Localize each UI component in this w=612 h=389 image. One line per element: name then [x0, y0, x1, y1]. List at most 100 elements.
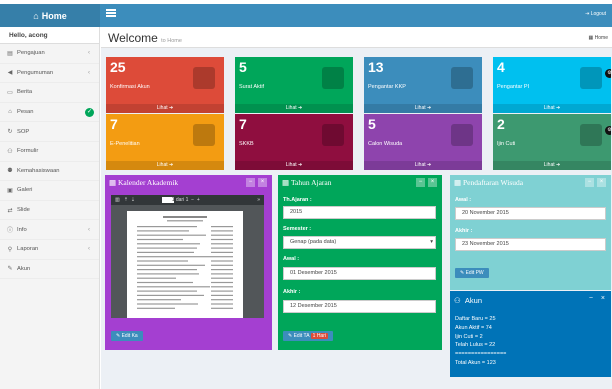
status-badge: 1 Hari — [310, 333, 328, 339]
edit-kalender-button[interactable]: ✎ Edit Ka — [111, 331, 143, 341]
calendar-icon: ▦ — [109, 178, 118, 187]
awal-field[interactable]: 01 Desember 2015 — [283, 267, 436, 280]
edit-ta-button[interactable]: ✎ Edit TA 1 Hari — [283, 331, 333, 341]
sidebar-item-slide[interactable]: ⇄ Slide — [0, 201, 99, 221]
sidebar: Hello, acong ▤ Pengajuan ‹ ◀ Pengumuman ‹ ▭ Ber… — [0, 27, 100, 389]
sidebar-item-label: Galeri — [17, 187, 33, 194]
close-button[interactable]: × — [428, 178, 437, 187]
tile-more-link[interactable]: Lihat ➜ — [493, 104, 611, 113]
sidebar-item-pengajuan[interactable]: ▤ Pengajuan ‹ — [0, 44, 99, 64]
down-icon[interactable]: ⇣ — [131, 197, 135, 203]
group-icon — [451, 124, 473, 146]
tile-more-link[interactable]: Lihat ➜ — [364, 161, 482, 170]
tile-more-link[interactable]: Lihat ➜ — [493, 161, 611, 170]
tile-count: 5 — [239, 59, 247, 75]
tile-more-link[interactable]: Lihat ➜ — [235, 161, 353, 170]
tile-more-link[interactable]: Lihat ➜ — [364, 104, 482, 113]
sidebar-item-sop[interactable]: ↻ SOP — [0, 122, 99, 142]
collapse-button[interactable]: − — [416, 178, 425, 187]
sidebar-item-pesan[interactable]: ⌂ Pesan ✓ — [0, 103, 99, 123]
sidebar-item-berita[interactable]: ▭ Berita — [0, 83, 99, 103]
tile-count: 2 — [497, 116, 505, 132]
info-icon: ⓘ — [6, 228, 13, 235]
sidebar-item-pengumuman[interactable]: ◀ Pengumuman ‹ — [0, 64, 99, 84]
stat-tile-skkb: 7 SKKB Lihat ➜ — [235, 114, 353, 170]
content-header: Welcome to Home ▦ Home — [101, 27, 612, 48]
refresh-icon: ↻ — [7, 129, 13, 136]
sidebar-item-galeri[interactable]: ▣ Galeri — [0, 181, 99, 201]
akhir-field[interactable]: 12 Desember 2015 — [283, 300, 436, 313]
edit-icon: ✎ — [7, 266, 13, 273]
printer-icon — [580, 67, 602, 89]
tile-label: SKKB — [239, 141, 254, 147]
sidebar-item-akun[interactable]: ✎ Akun — [0, 260, 99, 280]
akun-panel: ⚇ Akun − × Daftar Baru = 25 Akun Aktif = … — [450, 291, 611, 377]
image-icon: ▣ — [7, 187, 13, 194]
chevron-left-icon: ‹ — [88, 50, 90, 57]
wisuda-awal-field[interactable]: 20 November 2015 — [455, 207, 606, 220]
breadcrumb[interactable]: ▦ Home — [589, 35, 608, 41]
users-icon: ⚇ — [7, 148, 13, 155]
menu-toggle-icon[interactable] — [106, 9, 116, 17]
chevron-left-icon: ‹ — [88, 226, 90, 233]
more-icon[interactable]: » — [257, 195, 260, 205]
akun-line: Ijin Cuti = 2 — [455, 333, 483, 340]
tile-label: E-Penelitian — [110, 141, 140, 147]
book-icon: ▤ — [7, 50, 13, 57]
tile-count: 7 — [110, 116, 118, 132]
tile-more-link[interactable]: Lihat ➜ — [106, 161, 224, 170]
chevron-left-icon: ‹ — [88, 246, 90, 253]
sidebar-item-label: Pengumuman — [17, 69, 54, 76]
sidebar-item-label: Info — [17, 226, 27, 233]
zoom-out-icon[interactable]: − — [191, 197, 194, 203]
megaphone-icon: ◀ — [7, 70, 13, 77]
wisuda-akhir-field[interactable]: 23 November 2015 — [455, 238, 606, 251]
stat-tile-pengantar-kkp: 13 Pengantar KKP Lihat ➜ — [364, 57, 482, 113]
sidebar-item-label: Kemahasiswaan — [17, 167, 60, 174]
tile-label: Calon Wisuda — [368, 141, 403, 147]
page-input[interactable]: 1 — [162, 197, 175, 203]
tile-label: Pengantar PI — [497, 84, 530, 90]
tile-more-link[interactable]: Lihat ➜ — [235, 104, 353, 113]
tile-count: 5 — [368, 116, 376, 132]
up-icon[interactable]: ⇡ — [124, 197, 128, 203]
add-user-icon — [193, 67, 215, 89]
edit-pw-button[interactable]: ✎ Edit PW — [455, 268, 489, 278]
home-logo[interactable]: ⌂ Home — [0, 4, 100, 27]
tahun-ajaran-field[interactable]: 2015 — [283, 206, 436, 219]
close-button[interactable]: × — [258, 178, 267, 187]
settings-icon[interactable]: ⚙ — [605, 126, 611, 135]
sidebar-item-label: SOP — [17, 128, 30, 135]
zoom-in-icon[interactable]: + — [197, 197, 200, 203]
akun-line: Daftar Baru = 25 — [455, 316, 496, 322]
envelope-icon: ⌂ — [8, 109, 12, 116]
collapse-button[interactable]: − — [246, 178, 255, 187]
tile-more-link[interactable]: Lihat ➜ — [106, 104, 224, 113]
akun-stats: Daftar Baru = 25 Akun Aktif = 74 Ijin Cuti… — [455, 315, 506, 368]
sidebar-item-formulir[interactable]: ⚇ Formulir — [0, 142, 99, 162]
logout-link[interactable]: ⇥ Logout — [585, 11, 606, 17]
kalender-panel: ▦ Kalender Akademik − × ▥ ⇡ ⇣ 1 dari 1 −… — [105, 175, 272, 350]
collapse-button[interactable]: − — [585, 178, 594, 187]
calendar-icon: ▦ — [454, 178, 463, 187]
stat-tile-ijin-cuti: 2 Ijin Cuti Lihat ➜ ⚙ — [493, 114, 611, 170]
stat-tile-calon-wisuda: 5 Calon Wisuda Lihat ➜ — [364, 114, 482, 170]
printer-icon — [193, 124, 215, 146]
sidebar-item-info[interactable]: ⓘ Info ‹ — [0, 220, 99, 240]
sidebar-toggle-icon[interactable]: ▥ — [115, 197, 120, 203]
close-button[interactable]: × — [597, 178, 606, 187]
exchange-icon: ⇄ — [7, 207, 13, 214]
collapse-button[interactable]: − — [589, 295, 593, 302]
sidebar-item-label: Laporan — [17, 246, 39, 253]
pdf-viewer[interactable]: ▥ ⇡ ⇣ 1 dari 1 − + » — [111, 195, 264, 318]
group-icon: ⚉ — [7, 168, 13, 175]
semester-select[interactable]: Genap (pada data) ▾ — [283, 236, 436, 249]
home-icon: ⌂ — [33, 10, 39, 21]
tile-count: 7 — [239, 116, 247, 132]
sidebar-item-laporan[interactable]: ⚲ Laporan ‹ — [0, 240, 99, 260]
sidebar-item-label: Slide — [17, 207, 30, 214]
settings-icon[interactable]: ⚙ — [605, 69, 611, 78]
tile-label: Surat Aktif — [239, 84, 265, 90]
sidebar-item-kemahasiswaan[interactable]: ⚉ Kemahasiswaan — [0, 162, 99, 182]
close-button[interactable]: × — [601, 295, 605, 302]
